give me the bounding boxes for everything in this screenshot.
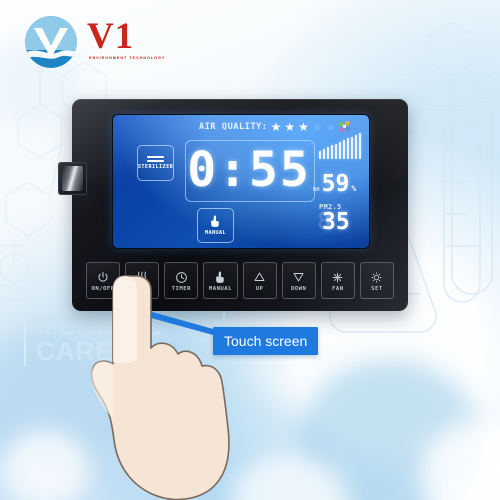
pm25-value: 35 [322, 209, 350, 235]
lcd-display[interactable]: AIR QUALITY: ★ ★ ★ ★ ★ STERILIZER 0:55 M… [113, 115, 369, 248]
hand-pointing-finger-icon [90, 275, 230, 500]
sterilizer-lines-icon [147, 156, 164, 162]
triangle-up-icon [253, 270, 266, 285]
sterilizer-chip-label: STERILIZER [137, 164, 174, 170]
button-set-label: SET [371, 285, 383, 292]
manual-chip[interactable]: MANUAL [197, 208, 234, 243]
air-quality-star: ★ [298, 120, 309, 134]
button-fan[interactable]: FAN [320, 262, 355, 299]
fan-speed-bars [319, 133, 362, 159]
brand-logo: V1 ENVIRONMENT TECHNOLOGY [25, 14, 170, 70]
button-up-label: UP [255, 285, 264, 292]
screenshot-root: 100 50 MEDICAL CARE V1 ENVIRONMENT TECHN… [0, 0, 500, 500]
side-port-inner [62, 166, 83, 191]
humidity-unit: % [351, 184, 357, 193]
pointing-hand-icon [211, 215, 219, 227]
wave-circle-logo-icon [25, 16, 77, 68]
button-set[interactable]: SET [359, 262, 394, 299]
air-quality-label: AIR QUALITY: [199, 122, 268, 132]
air-quality-star-dim: ★ [311, 120, 323, 134]
triangle-down-icon [292, 270, 305, 285]
sterilizer-chip[interactable]: STERILIZER [137, 145, 174, 181]
button-down-label: DOWN [290, 285, 307, 292]
brand-tagline: ENVIRONMENT TECHNOLOGY [89, 56, 166, 61]
air-quality-star: ★ [284, 120, 296, 134]
humidity-readout: RH 59 % [313, 173, 356, 196]
air-quality-row: AIR QUALITY: ★ ★ ★ ★ ★ [199, 121, 336, 133]
watermark-divider [24, 316, 26, 366]
button-down[interactable]: DOWN [281, 262, 316, 299]
timer-value: 0:55 [187, 142, 311, 198]
humidity-value: 59 [321, 171, 350, 197]
button-up[interactable]: UP [242, 262, 277, 299]
gear-icon [370, 270, 383, 285]
brand-name: V1 [87, 16, 135, 57]
side-port-icon [58, 162, 87, 195]
air-quality-star: ★ [270, 120, 282, 134]
manual-chip-label: MANUAL [204, 230, 227, 236]
fan-blades-icon [331, 270, 344, 285]
button-fan-label: FAN [332, 285, 344, 292]
humidity-label: RH [313, 187, 320, 193]
